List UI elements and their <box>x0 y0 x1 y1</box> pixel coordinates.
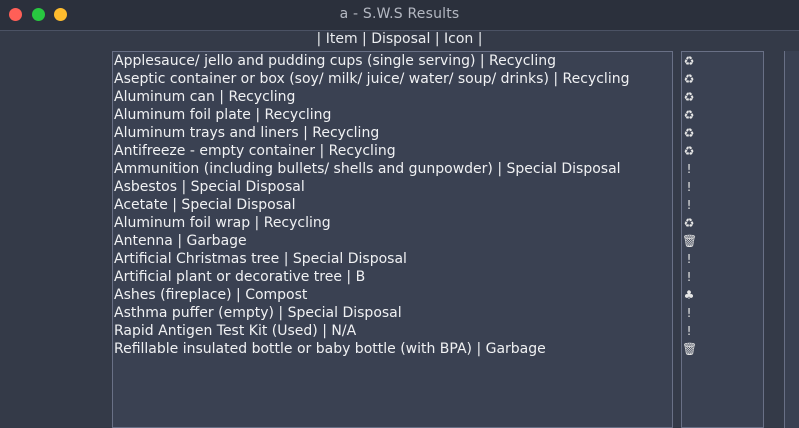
list-item[interactable]: Aseptic container or box (soy/ milk/ jui… <box>114 70 629 88</box>
list-item[interactable]: Ashes (fireplace) | Compost <box>114 286 307 304</box>
list-item[interactable]: Antifreeze - empty container | Recycling <box>114 142 396 160</box>
results-header: | Item | Disposal | Icon | <box>316 31 483 47</box>
list-item[interactable]: Aluminum can | Recycling <box>114 88 295 106</box>
list-item[interactable]: Artificial plant or decorative tree | B <box>114 268 365 286</box>
special-disposal-icon: ! <box>686 306 692 320</box>
recycling-icon: ♻ <box>683 108 695 122</box>
right-panel-edge <box>784 51 799 428</box>
list-item[interactable]: Ammunition (including bullets/ shells an… <box>114 160 621 178</box>
list-item[interactable]: Aluminum foil plate | Recycling <box>114 106 331 124</box>
recycling-icon: ♻ <box>683 126 695 140</box>
garbage-icon: 🗑 <box>682 234 698 248</box>
recycling-icon: ♻ <box>683 144 695 158</box>
recycling-icon: ♻ <box>683 54 695 68</box>
icon-column: ♻ ♻ ♻ ♻ ♻ ♻ ! ! ! ♻ 🗑 ! ! ♣ ! ! 🗑 <box>681 51 764 428</box>
results-window: a - S.W.S Results | Item | Disposal | Ic… <box>0 0 799 428</box>
list-item[interactable]: Artificial Christmas tree | Special Disp… <box>114 250 407 268</box>
special-disposal-icon: ! <box>686 180 692 194</box>
list-item[interactable]: Aluminum trays and liners | Recycling <box>114 124 379 142</box>
list-item[interactable]: Antenna | Garbage <box>114 232 247 250</box>
special-disposal-icon: ! <box>686 270 692 284</box>
list-item[interactable]: Rapid Antigen Test Kit (Used) | N/A <box>114 322 356 340</box>
recycling-icon: ♻ <box>683 90 695 104</box>
window-title: a - S.W.S Results <box>339 6 460 22</box>
list-item[interactable]: Asbestos | Special Disposal <box>114 178 305 196</box>
results-list[interactable]: Applesauce/ jello and pudding cups (sing… <box>112 51 673 428</box>
special-disposal-icon: ! <box>686 162 692 176</box>
list-item[interactable]: Refillable insulated bottle or baby bott… <box>114 340 546 358</box>
recycling-icon: ♻ <box>683 72 695 86</box>
special-disposal-icon: ! <box>686 198 692 212</box>
list-item[interactable]: Acetate | Special Disposal <box>114 196 296 214</box>
list-item[interactable]: Aluminum foil wrap | Recycling <box>114 214 331 232</box>
recycling-icon: ♻ <box>683 216 695 230</box>
list-item[interactable]: Asthma puffer (empty) | Special Disposal <box>114 304 402 322</box>
title-bar: a - S.W.S Results <box>0 0 799 30</box>
special-disposal-icon: ! <box>686 324 692 338</box>
special-disposal-icon: ! <box>686 252 692 266</box>
list-item[interactable]: Applesauce/ jello and pudding cups (sing… <box>114 52 556 70</box>
compost-icon: ♣ <box>683 288 695 302</box>
garbage-icon: 🗑 <box>682 342 698 356</box>
